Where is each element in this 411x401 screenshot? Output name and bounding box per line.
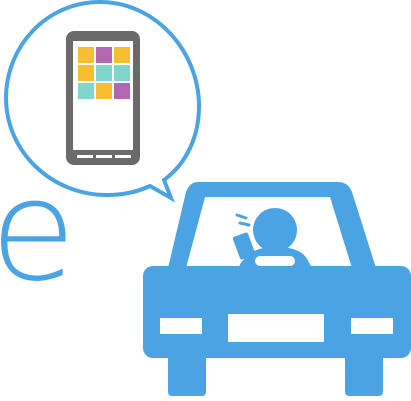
app-grid xyxy=(78,47,130,99)
smartphone-icon xyxy=(66,31,140,165)
illustration xyxy=(3,0,411,396)
